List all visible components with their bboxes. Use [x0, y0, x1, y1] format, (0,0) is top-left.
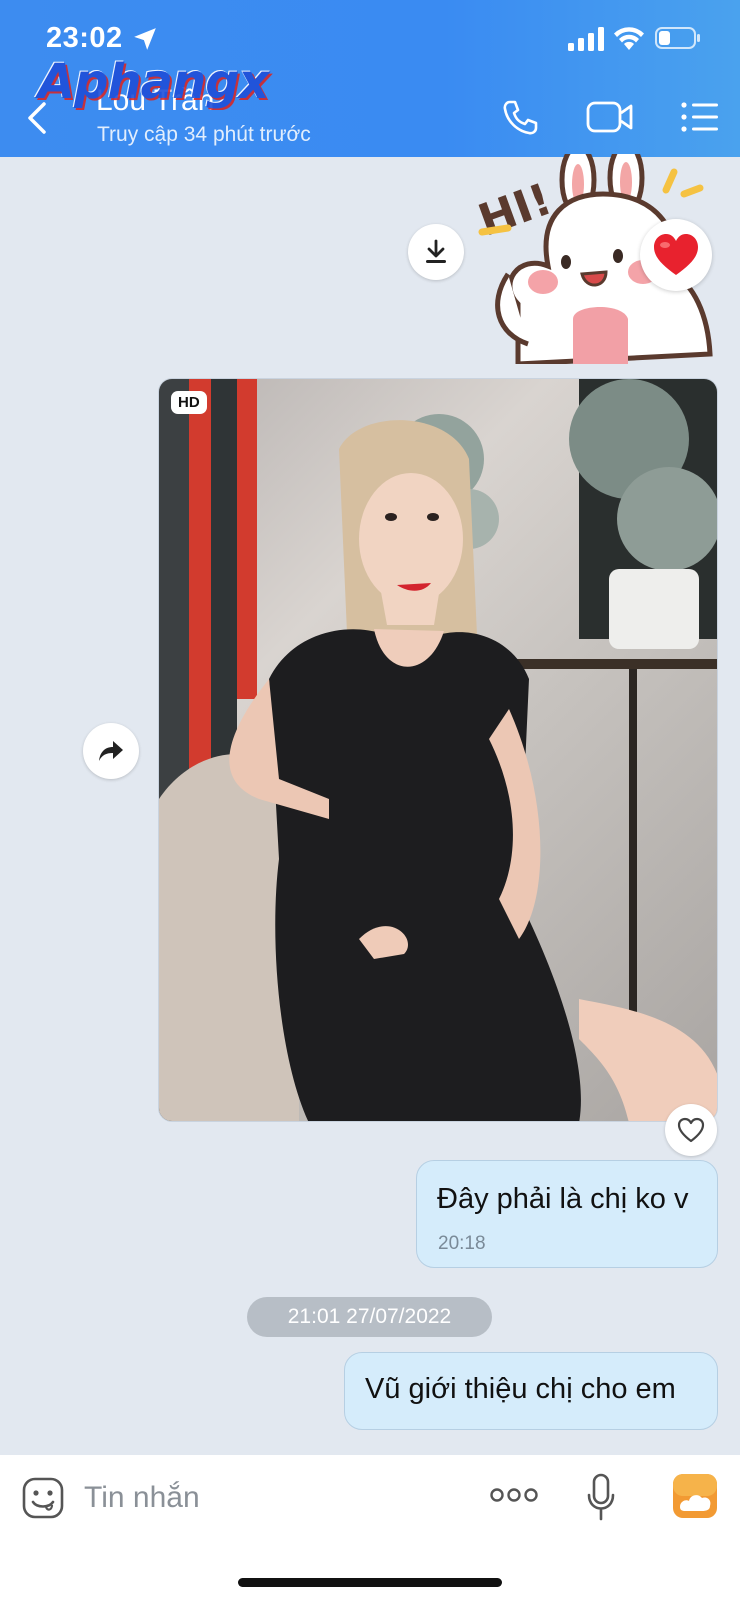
share-arrow-icon [99, 741, 123, 761]
photo-gallery-icon[interactable] [672, 1473, 718, 1519]
photo-message[interactable]: HD [158, 378, 718, 1122]
phone-call-icon[interactable] [500, 98, 540, 138]
more-options-icon[interactable] [490, 1485, 538, 1505]
outgoing-message-bubble[interactable]: Vũ giới thiệu chị cho em [344, 1352, 718, 1430]
hd-badge: HD [171, 391, 207, 414]
wifi-icon [614, 27, 644, 50]
heart-outline-icon [677, 1117, 705, 1143]
microphone-icon[interactable] [586, 1473, 616, 1521]
cellular-signal-icon [568, 27, 604, 51]
heart-reaction[interactable] [640, 219, 712, 291]
watermark-logo: Aphangx [38, 54, 270, 110]
message-time: 20:18 [438, 1233, 486, 1254]
like-button[interactable] [665, 1104, 717, 1156]
contact-last-seen: Truy cập 34 phút trước [97, 123, 311, 146]
outgoing-message-bubble[interactable]: Đây phải là chị ko v 20:18 [416, 1160, 718, 1268]
photo-image [159, 379, 717, 1121]
download-sticker-button[interactable] [408, 224, 464, 280]
chat-header: 23:02 Lou Trần Truy cập 34 phút trước Ap… [0, 0, 740, 157]
battery-icon [655, 27, 700, 49]
location-arrow-icon [134, 28, 156, 50]
sticker-emoji-icon[interactable] [22, 1477, 64, 1519]
menu-list-icon[interactable] [680, 100, 720, 134]
download-icon [426, 239, 446, 263]
date-separator: 21:01 27/07/2022 [247, 1297, 492, 1337]
message-text: Vũ giới thiệu chị cho em [365, 1373, 676, 1405]
video-call-icon[interactable] [586, 99, 634, 135]
message-text: Đây phải là chị ko v [437, 1183, 689, 1215]
forward-button[interactable] [83, 723, 139, 779]
status-time: 23:02 [46, 22, 123, 54]
red-heart-icon [654, 234, 698, 275]
message-input[interactable] [84, 1473, 464, 1523]
home-indicator [238, 1578, 502, 1587]
